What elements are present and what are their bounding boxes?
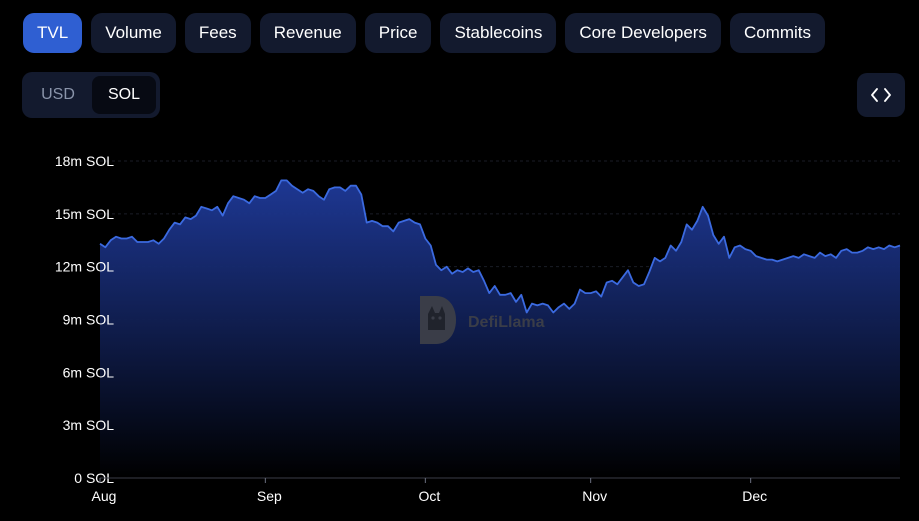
y-tick-label: 3m SOL	[63, 417, 115, 433]
y-tick-label: 18m SOL	[55, 153, 114, 169]
x-tick-label: Dec	[742, 488, 767, 504]
llama-logo-icon	[420, 296, 456, 344]
x-tick-label: Oct	[418, 488, 440, 504]
x-axis-ticks: Aug Sep Oct Nov Dec	[92, 477, 900, 504]
x-tick-label: Aug	[92, 488, 117, 504]
x-tick-label: Sep	[257, 488, 282, 504]
y-tick-label: 12m SOL	[55, 259, 114, 275]
y-tick-label: 6m SOL	[63, 364, 115, 380]
y-tick-label: 15m SOL	[55, 206, 114, 222]
watermark-text: DefiLlama	[468, 314, 545, 331]
x-tick-label: Nov	[582, 488, 607, 504]
y-tick-label: 9m SOL	[63, 312, 115, 328]
tvl-chart: DefiLlama 0 SOL3m SOL6m SOL9m SOL12m SOL…	[55, 153, 901, 504]
